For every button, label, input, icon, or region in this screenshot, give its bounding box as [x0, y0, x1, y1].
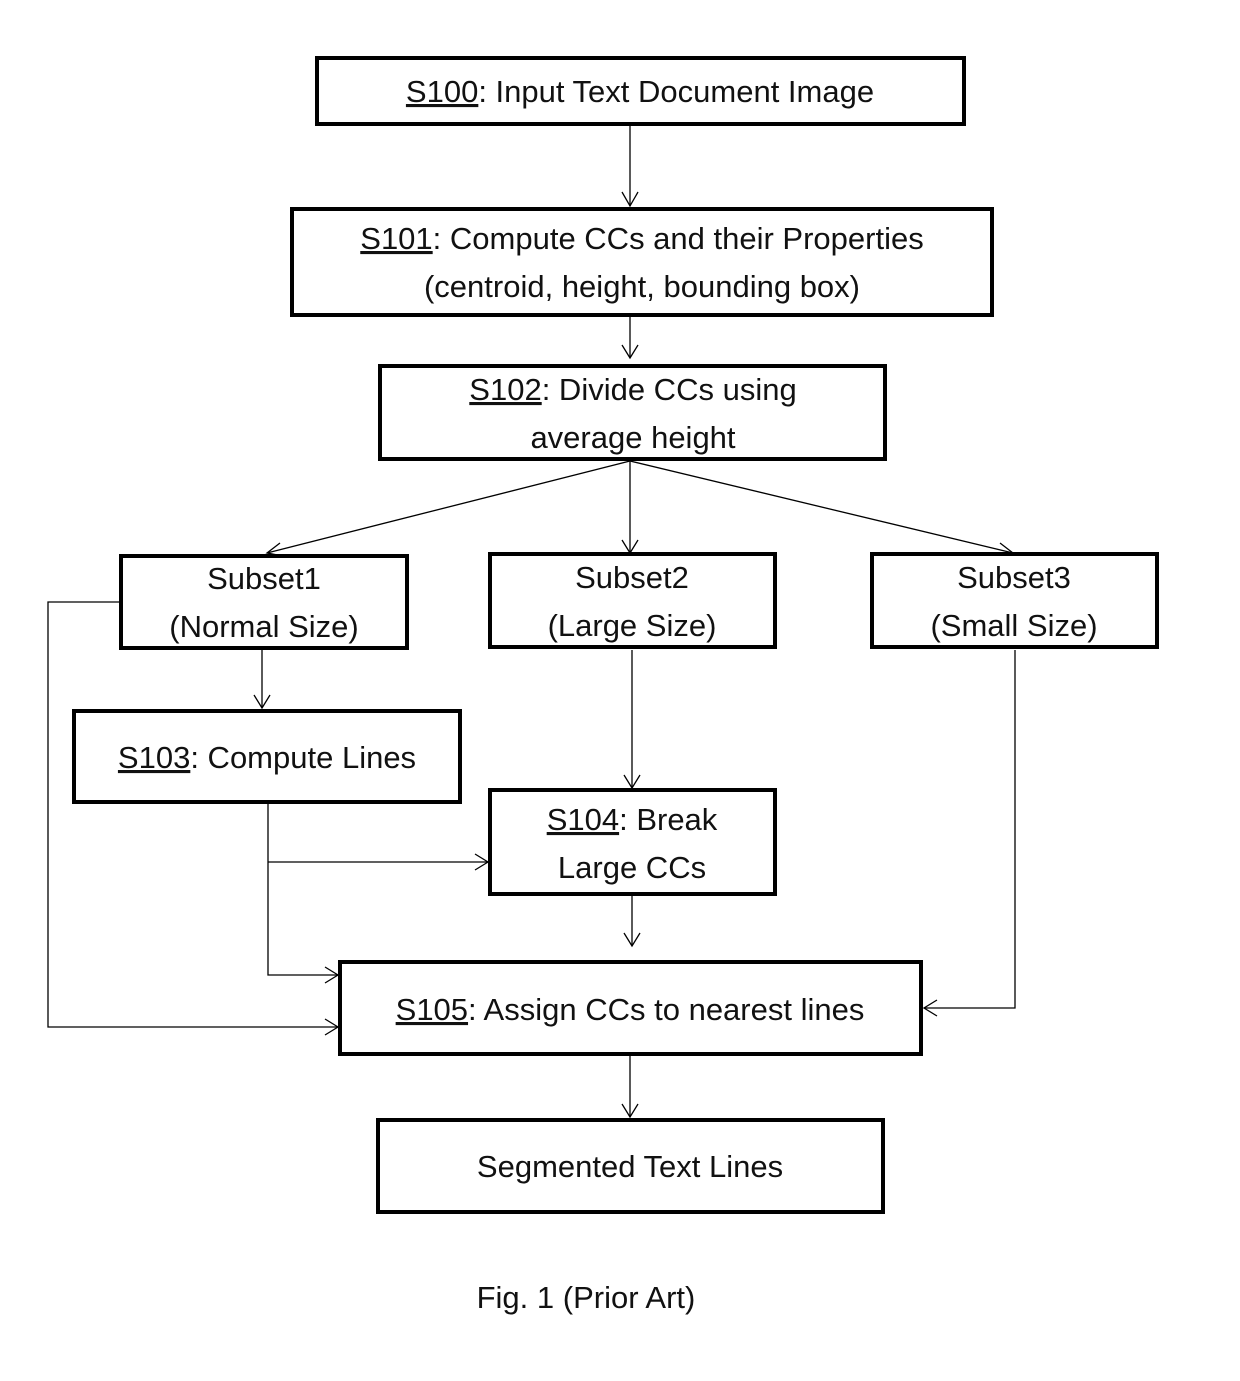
- label-text: Segmented Text Lines: [477, 1149, 783, 1184]
- step-id: S100: [406, 74, 478, 109]
- step-id: S103: [118, 740, 190, 775]
- edge-s102-subset1: [266, 460, 631, 554]
- label-text: average height: [530, 420, 735, 455]
- label-text: : Assign CCs to nearest lines: [468, 992, 864, 1027]
- label-text: : Input Text Document Image: [478, 74, 874, 109]
- label-text: : Compute Lines: [190, 740, 416, 775]
- node-subset2: Subset2 (Large Size): [488, 552, 777, 649]
- node-s103: S103: Compute Lines: [72, 709, 462, 804]
- node-s104: S104: Break Large CCs: [488, 788, 777, 896]
- step-id: S102: [469, 372, 541, 407]
- edge-s102-subset3: [629, 460, 1014, 554]
- node-s105-label: S105: Assign CCs to nearest lines: [396, 992, 865, 1027]
- label-text: : Break: [619, 802, 718, 837]
- node-subset3: Subset3 (Small Size): [870, 552, 1159, 649]
- node-output: Segmented Text Lines: [376, 1118, 885, 1214]
- node-subset1: Subset1 (Normal Size): [119, 554, 409, 650]
- node-s101: S101: Compute CCs and their Properties (c…: [290, 207, 994, 317]
- label-text: Subset2: [575, 560, 689, 595]
- label-text: Large CCs: [558, 850, 706, 885]
- node-s100: S100: Input Text Document Image: [315, 56, 966, 126]
- label-text: (Large Size): [548, 608, 717, 643]
- node-s105: S105: Assign CCs to nearest lines: [338, 960, 923, 1056]
- figure-caption: Fig. 1 (Prior Art): [477, 1280, 696, 1315]
- label-text: : Divide CCs using: [542, 372, 797, 407]
- node-output-label: Segmented Text Lines: [477, 1149, 783, 1184]
- label-text: (Small Size): [930, 608, 1097, 643]
- flowchart: S100: Input Text Document Image S101: Co…: [47, 56, 1159, 1315]
- step-id: S105: [396, 992, 468, 1027]
- label-text: (centroid, height, bounding box): [424, 269, 860, 304]
- label-text: (Normal Size): [169, 609, 358, 644]
- node-s103-label: S103: Compute Lines: [118, 740, 416, 775]
- edge-s103-s104: [267, 803, 488, 976]
- edge-subset1-s105: [47, 601, 338, 1028]
- label-text: : Compute CCs and their Properties: [433, 221, 924, 256]
- step-id: S104: [547, 802, 619, 837]
- node-s100-label: S100: Input Text Document Image: [406, 74, 874, 109]
- node-s102: S102: Divide CCs using average height: [378, 364, 887, 461]
- edge-subset3-s105: [924, 650, 1016, 1009]
- label-text: Subset1: [207, 561, 321, 596]
- step-id: S101: [360, 221, 432, 256]
- label-text: Subset3: [957, 560, 1071, 595]
